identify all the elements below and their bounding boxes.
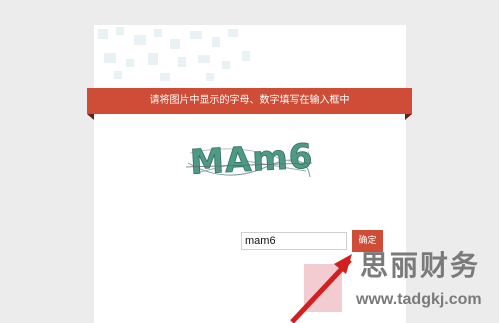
ribbon-fold-right	[405, 114, 412, 120]
watermark-brand: 思丽财务	[360, 249, 481, 282]
instruction-text: 请将图片中显示的字母、数字填写在输入框中	[149, 95, 350, 106]
instruction-banner: 请将图片中显示的字母、数字填写在输入框中	[87, 88, 412, 114]
watermark-url: www.tadgkj.com	[356, 291, 482, 308]
ribbon-fold-left	[87, 114, 94, 120]
decorative-mosaic	[98, 27, 250, 81]
captcha-text: MAm6	[189, 137, 312, 183]
captcha-image[interactable]: MAm6	[186, 133, 312, 183]
